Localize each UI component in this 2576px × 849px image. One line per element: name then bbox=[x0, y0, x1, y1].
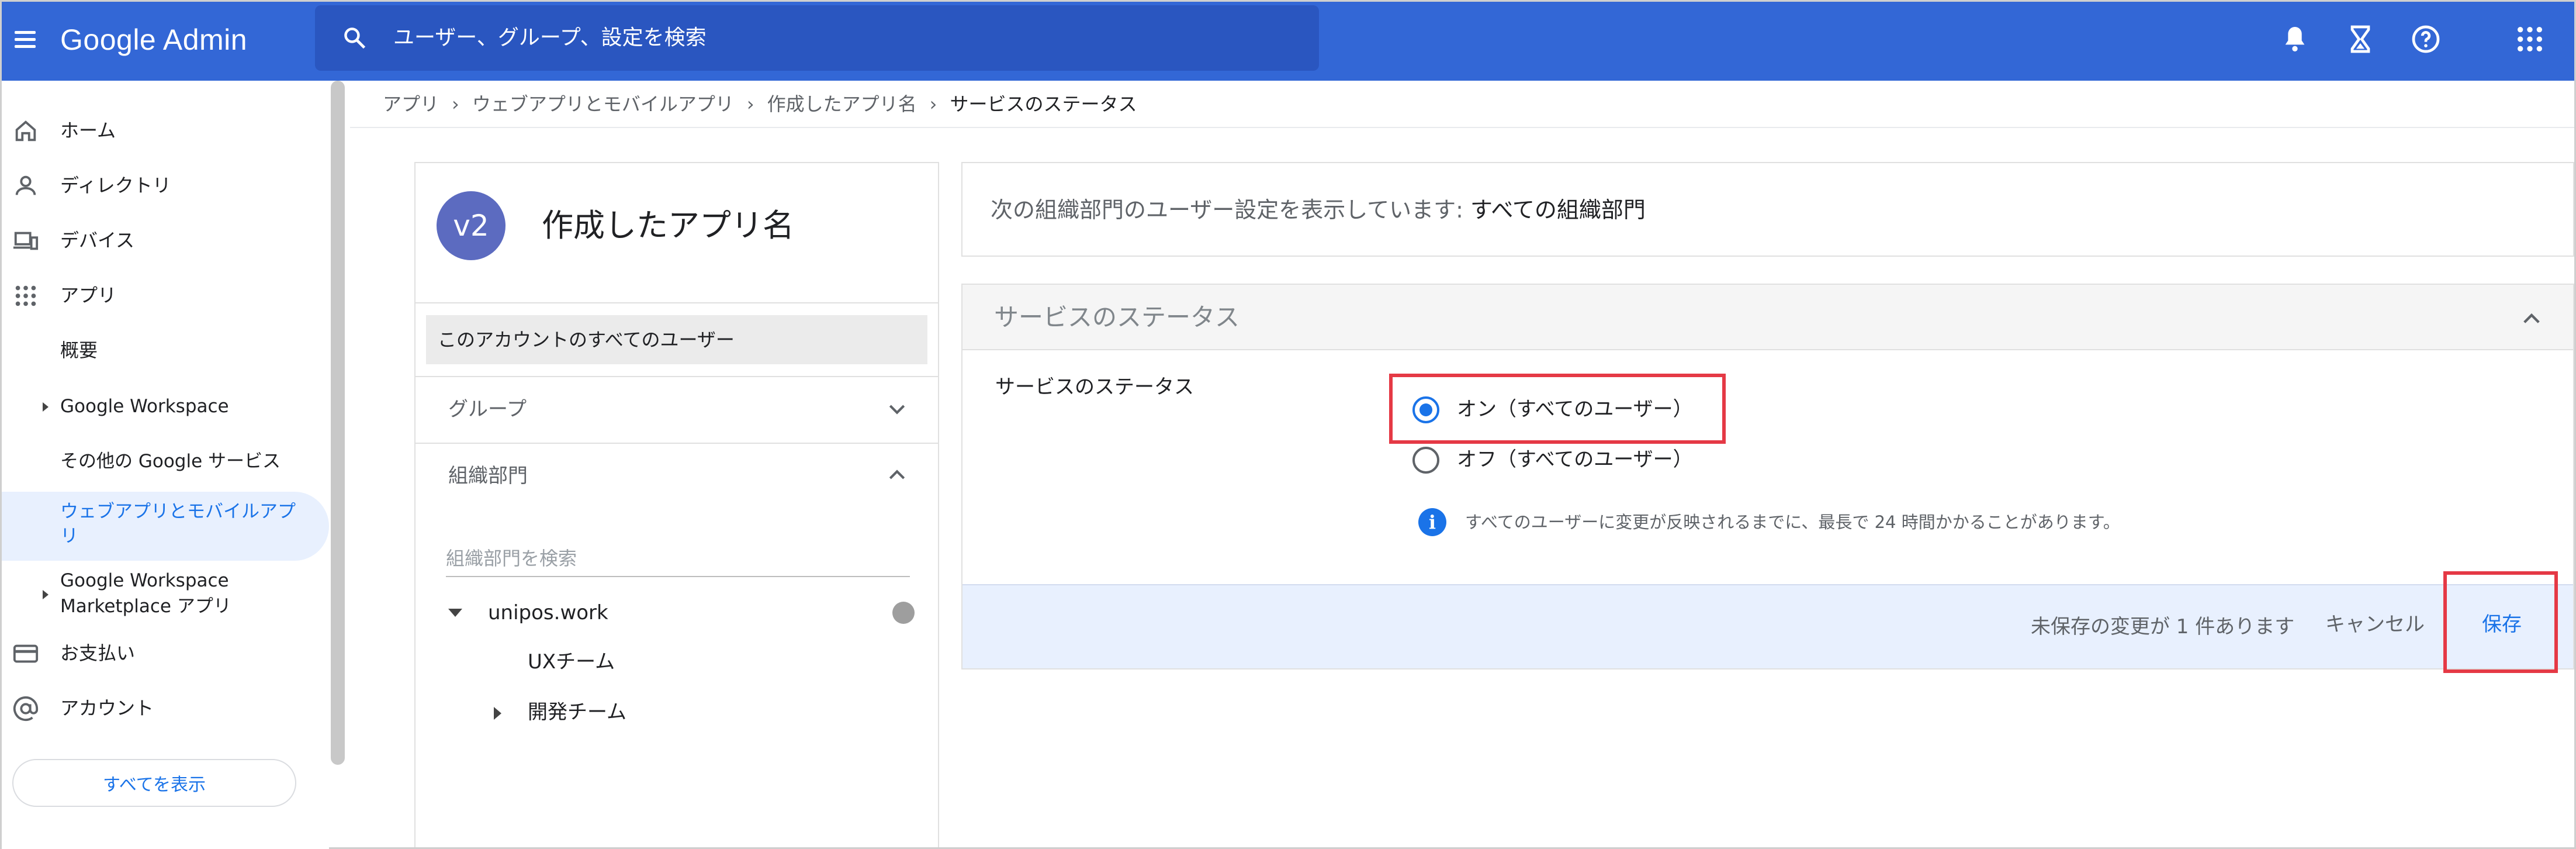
card-title: サービスのステータス bbox=[994, 303, 1240, 332]
chevron-down-icon bbox=[889, 405, 905, 415]
unsaved-changes-text: 未保存の変更が 1 件あります bbox=[2031, 615, 2295, 639]
sidebar-item-label: お支払い bbox=[60, 642, 136, 664]
sidebar-item-billing[interactable]: お支払い bbox=[2, 627, 329, 680]
sidebar-item-label: リ bbox=[60, 526, 78, 547]
org-tree-root[interactable]: unipos.work bbox=[488, 598, 608, 627]
apps-grid-icon bbox=[15, 285, 36, 306]
at-sign-icon bbox=[13, 696, 39, 722]
breadcrumb-web-mobile-apps[interactable]: ウェブアプリとモバイルアプリ bbox=[472, 93, 734, 115]
service-status-card: サービスのステータス サービスのステータス オン（すべてのユーザー） オフ（すべ… bbox=[961, 284, 2574, 673]
hourglass-icon[interactable] bbox=[2344, 23, 2377, 56]
card-header[interactable]: サービスのステータス bbox=[962, 285, 2573, 350]
breadcrumb-separator: › bbox=[452, 93, 459, 115]
sidebar-item-other-google-services[interactable]: その他の Google サービス bbox=[2, 436, 329, 488]
groups-label: グループ bbox=[448, 398, 527, 421]
status-dot-icon bbox=[892, 602, 915, 624]
apps-launcher-icon[interactable] bbox=[2513, 23, 2546, 56]
sidebar-item-label: Marketplace アプリ bbox=[60, 596, 231, 617]
sidebar-item-home[interactable]: ホーム bbox=[2, 105, 329, 157]
breadcrumb-apps[interactable]: アプリ bbox=[383, 93, 439, 115]
radio-option-off[interactable]: オフ（すべてのユーザー） bbox=[1412, 439, 1705, 480]
sidebar-scrollbar[interactable] bbox=[331, 81, 345, 765]
expand-arrow-icon[interactable] bbox=[494, 707, 501, 720]
breadcrumb-divider bbox=[350, 127, 2574, 128]
org-scope-prefix: 次の組織部門のユーザー設定を表示しています: bbox=[991, 197, 1463, 223]
org-units-label: 組織部門 bbox=[448, 464, 528, 488]
sidebar-item-label: アプリ bbox=[60, 284, 117, 306]
app-name: 作成したアプリ名 bbox=[542, 207, 794, 244]
sidebar-item-label: ディレクトリ bbox=[60, 174, 171, 196]
google-admin-logo[interactable]: Google Admin bbox=[60, 19, 247, 60]
collapse-arrow-icon[interactable] bbox=[448, 609, 462, 617]
breadcrumb-current: サービスのステータス bbox=[950, 93, 1137, 115]
radio-label-off: オフ（すべてのユーザー） bbox=[1457, 448, 1693, 471]
org-unit-search-input[interactable]: 組織部門を検索 bbox=[446, 542, 910, 577]
sidebar-item-label: Google Workspace bbox=[60, 570, 229, 591]
sidebar-item-google-workspace[interactable]: Google Workspace bbox=[2, 381, 329, 433]
sidebar-item-devices[interactable]: デバイス bbox=[2, 215, 329, 267]
menu-icon[interactable] bbox=[12, 26, 38, 52]
save-button[interactable]: 保存 bbox=[2482, 610, 2522, 639]
chevron-up-icon bbox=[889, 470, 905, 479]
breadcrumb-app-name[interactable]: 作成したアプリ名 bbox=[767, 93, 917, 115]
credit-card-icon bbox=[13, 644, 39, 663]
app-panel: v2 作成したアプリ名 このアカウントのすべてのユーザー グループ 組織部門 組… bbox=[414, 162, 939, 847]
sidebar-item-overview[interactable]: 概要 bbox=[2, 325, 329, 377]
home-icon bbox=[15, 120, 36, 142]
sidebar-item-web-mobile-apps[interactable]: ウェブアプリとモバイルアプ リ bbox=[2, 492, 329, 561]
org-units-section[interactable]: 組織部門 bbox=[416, 444, 938, 508]
sidebar-item-label: アカウント bbox=[60, 697, 154, 719]
breadcrumb-separator: › bbox=[929, 93, 937, 115]
app-avatar: v2 bbox=[437, 191, 505, 260]
radio-button[interactable] bbox=[1412, 447, 1439, 474]
all-users-item[interactable]: このアカウントのすべてのユーザー bbox=[426, 315, 927, 364]
radio-button-selected[interactable] bbox=[1412, 396, 1439, 423]
cancel-button[interactable]: キャンセル bbox=[2325, 610, 2425, 639]
sidebar-item-label: ホーム bbox=[60, 119, 116, 142]
devices-icon bbox=[13, 232, 39, 250]
setting-label: サービスのステータス bbox=[995, 375, 1194, 399]
propagation-note: すべてのユーザーに変更が反映されるまでに、最長で 24 時間かかることがあります… bbox=[1465, 512, 2120, 532]
org-tree-child-dev[interactable]: 開発チーム bbox=[528, 698, 626, 727]
person-icon bbox=[15, 175, 36, 195]
radio-label-on: オン（すべてのユーザー） bbox=[1457, 398, 1693, 421]
sidebar-item-label: Google Workspace bbox=[60, 396, 229, 417]
org-scope-value: すべての組織部門 bbox=[1470, 197, 1646, 223]
show-all-button[interactable]: すべてを表示 bbox=[12, 759, 296, 807]
save-bar: 未保存の変更が 1 件あります キャンセル 保存 bbox=[962, 571, 2573, 673]
search-placeholder: ユーザー、グループ、設定を検索 bbox=[393, 26, 707, 50]
help-icon[interactable] bbox=[2409, 23, 2442, 56]
org-tree-child-ux[interactable]: UXチーム bbox=[528, 647, 615, 677]
org-scope-bar: 次の組織部門のユーザー設定を表示しています: すべての組織部門 bbox=[961, 162, 2574, 257]
notifications-bell-icon[interactable] bbox=[2279, 23, 2311, 56]
sidebar-item-marketplace-apps[interactable]: Google Workspace Marketplace アプリ bbox=[2, 564, 329, 625]
chevron-up-icon[interactable] bbox=[2519, 307, 2544, 332]
breadcrumb-separator: › bbox=[746, 93, 754, 115]
sidebar-item-account[interactable]: アカウント bbox=[2, 682, 329, 735]
groups-section[interactable]: グループ bbox=[416, 377, 938, 441]
sidebar-item-directory[interactable]: ディレクトリ bbox=[2, 160, 329, 212]
top-app-bar: Google Admin ユーザー、グループ、設定を検索 bbox=[2, 2, 2574, 81]
sidebar-item-label: デバイス bbox=[60, 229, 135, 251]
org-scope-text: 次の組織部門のユーザー設定を表示しています: すべての組織部門 bbox=[991, 194, 1646, 226]
sidebar-item-label: 概要 bbox=[60, 339, 98, 361]
search-input[interactable]: ユーザー、グループ、設定を検索 bbox=[315, 5, 1319, 71]
sidebar-item-label: その他の Google サービス bbox=[60, 451, 281, 472]
expand-arrow-icon bbox=[43, 590, 49, 599]
search-icon bbox=[344, 27, 366, 49]
sidebar-item-apps[interactable]: アプリ bbox=[2, 270, 329, 322]
sidebar-item-label: ウェブアプリとモバイルアプ bbox=[60, 501, 296, 522]
divider bbox=[416, 302, 938, 303]
info-icon: i bbox=[1418, 508, 1446, 536]
breadcrumb: アプリ › ウェブアプリとモバイルアプリ › 作成したアプリ名 › サービスのステータス bbox=[383, 89, 1137, 119]
radio-option-on[interactable]: オン（すべてのユーザー） bbox=[1412, 389, 1705, 430]
expand-arrow-icon bbox=[43, 402, 49, 412]
